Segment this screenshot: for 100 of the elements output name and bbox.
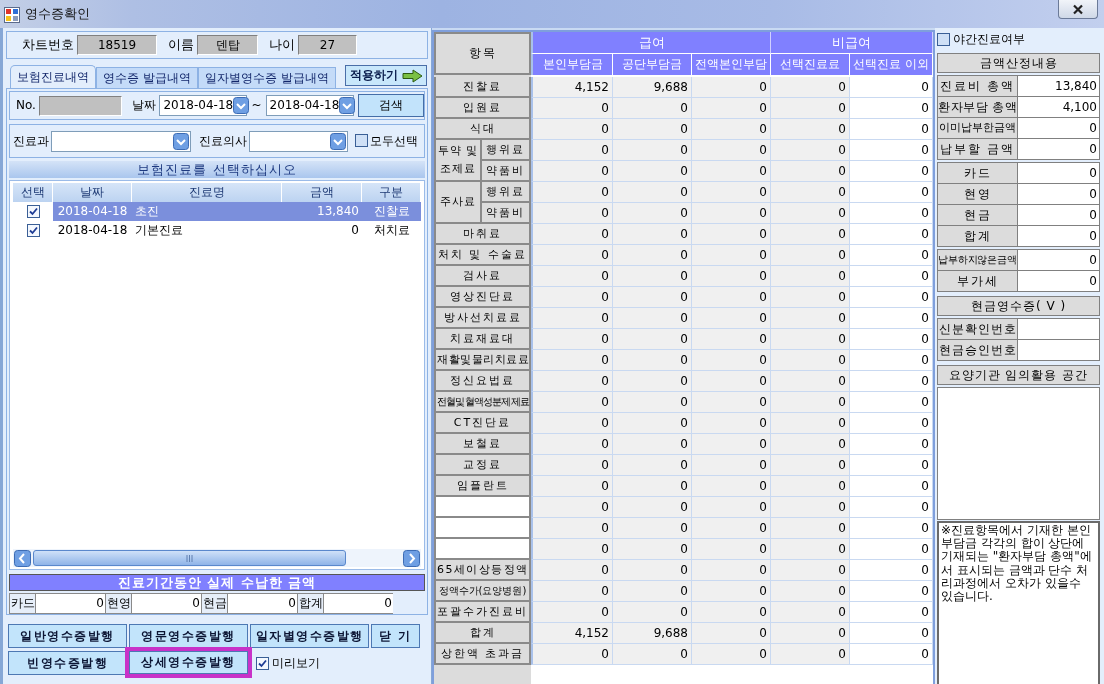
field-label: 진료의사 (199, 133, 247, 149)
chevron-down-icon[interactable] (330, 132, 346, 150)
table-cell: 0 (531, 266, 613, 287)
input-field[interactable] (1018, 319, 1099, 340)
chevron-right-icon[interactable] (403, 549, 420, 567)
table-cell: 0 (771, 245, 850, 266)
table-cell: 0 (850, 623, 933, 644)
section-header: 진료기간동안 실제 수납한 금액 (9, 574, 425, 591)
table-cell: 0 (531, 392, 613, 413)
chevron-down-icon[interactable] (173, 132, 189, 150)
action-button[interactable]: 닫 기 (371, 624, 420, 648)
table-cell: 0 (850, 182, 933, 203)
table-cell: 0 (531, 350, 613, 371)
scrollbar-thumb[interactable] (33, 550, 346, 566)
table-cell: 0 (613, 119, 692, 140)
action-button[interactable]: 빈영수증발행 (8, 651, 127, 675)
amount-field: 0 (228, 593, 297, 614)
tab[interactable]: 보험진료내역 (10, 65, 96, 88)
amount-field: 0 (1018, 118, 1099, 139)
date-field[interactable]: 2018-04-18 (159, 95, 248, 116)
row-label-field[interactable] (434, 497, 531, 518)
column-group-header: 급여 (531, 32, 771, 54)
table-cell: 0 (850, 140, 933, 161)
apply-button[interactable]: 적용하기 (345, 65, 427, 86)
horizontal-scrollbar[interactable] (13, 549, 421, 567)
table-cell: 0 (531, 413, 613, 434)
table-row[interactable]: 2018-04-18 기본진료 0 처치료 (13, 221, 421, 240)
row-group-header: 투약 및 조제료 (434, 140, 482, 182)
memo-field[interactable] (937, 387, 1100, 520)
table-cell: 0 (531, 371, 613, 392)
row-label-field[interactable] (434, 518, 531, 539)
action-button[interactable]: 일반영수증발행 (8, 624, 127, 648)
column-header: 구분 (362, 183, 421, 202)
table-cell: 0 (771, 350, 850, 371)
table-cell: 0 (771, 434, 850, 455)
table-cell: 0 (613, 476, 692, 497)
table-cell: 0 (531, 539, 613, 560)
row-header: 합계 (434, 623, 531, 644)
table-cell: 0 (692, 329, 771, 350)
checkbox[interactable] (26, 224, 40, 237)
row-header: 약품비 (482, 161, 531, 182)
table-cell: 0 (531, 581, 613, 602)
table-cell: 0 (531, 245, 613, 266)
search-button[interactable]: 검색 (357, 94, 424, 117)
table-cell: 0 (613, 161, 692, 182)
table-cell: 0 (692, 539, 771, 560)
table-cell: 0 (850, 560, 933, 581)
table-cell-text: 진찰료 (372, 203, 411, 220)
amount-field: 0 (1018, 163, 1099, 184)
checkbox[interactable] (355, 134, 368, 148)
checkbox[interactable] (256, 656, 269, 670)
date-field[interactable]: 2018-04-18 (265, 95, 354, 116)
table-cell-text: 처치료 (372, 222, 411, 239)
input-field[interactable] (1018, 340, 1099, 361)
dropdown-field[interactable] (249, 130, 348, 152)
checkbox[interactable] (937, 32, 950, 46)
tab[interactable]: 일자별영수증 발급내역 (197, 67, 336, 88)
table-cell: 0 (613, 224, 692, 245)
close-button[interactable] (1058, 0, 1098, 19)
table-cell: 0 (771, 476, 850, 497)
table-cell: 0 (771, 119, 850, 140)
action-button[interactable]: 일자별영수증발행 (250, 624, 369, 648)
row-header: 방사선치료료 (434, 308, 531, 329)
table-cell: 0 (613, 140, 692, 161)
tab[interactable]: 영수증 발급내역 (96, 67, 198, 88)
summary-label: 합계 (297, 593, 324, 614)
action-button[interactable]: 영문영수증발행 (129, 624, 248, 648)
row-header: 영상진단료 (434, 287, 531, 308)
chevron-left-icon[interactable] (14, 549, 31, 567)
column-header: 금액 (282, 183, 362, 202)
table-cell: 0 (771, 518, 850, 539)
table-cell: 0 (771, 371, 850, 392)
row-header: 정액수가(요양병원) (434, 581, 531, 602)
table-cell: 0 (692, 266, 771, 287)
table-cell: 0 (531, 518, 613, 539)
number-field[interactable] (38, 95, 123, 116)
summary-label: 카드 (9, 593, 36, 614)
row-label-field[interactable] (434, 539, 531, 560)
dropdown-field[interactable] (51, 130, 191, 152)
table-cell: 0 (613, 539, 692, 560)
table-cell: 0 (850, 455, 933, 476)
table-cell: 0 (692, 287, 771, 308)
row-header: 행위료 (482, 182, 531, 203)
table-cell: 0 (531, 140, 613, 161)
action-button[interactable]: 상세영수증발행 (129, 651, 248, 674)
table-cell: 0 (531, 203, 613, 224)
table-cell: 0 (531, 329, 613, 350)
table-cell: 0 (613, 182, 692, 203)
app-icon (4, 7, 20, 23)
chevron-down-icon[interactable] (233, 97, 250, 114)
row-header: 납부할 금액 (938, 139, 1018, 160)
table-cell: 0 (771, 98, 850, 119)
section-header: 현금영수증( V ) (937, 296, 1100, 316)
checkbox[interactable] (26, 205, 40, 218)
chevron-down-icon[interactable] (339, 97, 356, 114)
table-cell: 0 (771, 602, 850, 623)
table-cell: 0 (771, 266, 850, 287)
table-cell: 0 (692, 518, 771, 539)
row-header: 검사료 (434, 266, 531, 287)
table-cell: 0 (850, 518, 933, 539)
